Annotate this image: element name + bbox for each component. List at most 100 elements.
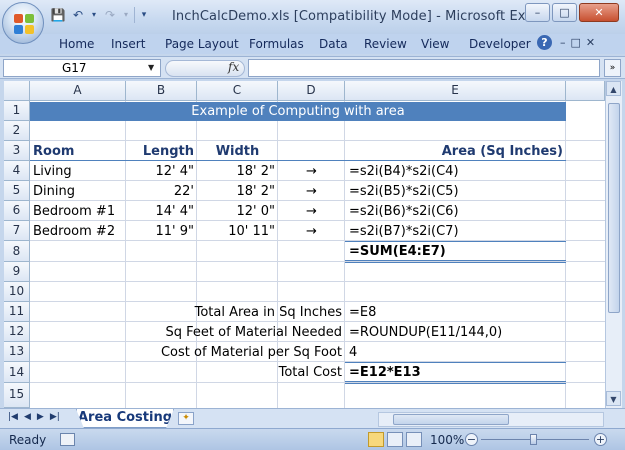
summary-value[interactable]: 4 [349, 343, 357, 363]
width-cell[interactable]: 18' 2" [197, 162, 276, 182]
arrow-right-icon[interactable]: → [278, 182, 345, 202]
close-button[interactable]: ✕ [579, 3, 619, 22]
column-header[interactable]: A [30, 81, 126, 101]
redo-icon[interactable]: ↷ [102, 7, 118, 23]
sheet-tab-area-costing[interactable]: Area Costing [76, 409, 174, 428]
room-cell[interactable]: Bedroom #2 [33, 222, 115, 242]
dropdown-icon[interactable]: ▾ [90, 7, 98, 23]
length-cell[interactable]: 14' 4" [126, 202, 195, 222]
summary-value[interactable]: =ROUNDUP(E11/144,0) [349, 323, 502, 343]
first-sheet-icon[interactable]: |◀ [8, 412, 18, 422]
expand-formula-bar-button[interactable]: » [604, 59, 621, 77]
width-cell[interactable]: 10' 11" [197, 222, 275, 242]
header-width[interactable]: Width [197, 142, 278, 162]
row-header[interactable]: 1 [4, 101, 30, 121]
dropdown-icon[interactable]: ▾ [122, 7, 130, 23]
zoom-slider-thumb[interactable] [530, 434, 537, 445]
column-header[interactable]: C [197, 81, 278, 101]
zoom-in-icon[interactable]: + [594, 433, 607, 446]
room-cell[interactable]: Bedroom #1 [33, 202, 115, 222]
row-header[interactable]: 7 [4, 221, 30, 241]
area-formula-cell[interactable]: =s2i(B4)*s2i(C4) [349, 162, 459, 182]
summary-label[interactable]: Cost of Material per Sq Foot [126, 343, 342, 363]
formula-input[interactable] [248, 59, 600, 77]
previous-sheet-icon[interactable]: ◀ [24, 412, 31, 422]
normal-view-icon[interactable] [368, 432, 384, 447]
length-cell[interactable]: 22' [126, 182, 194, 202]
length-cell[interactable]: 12' 4" [126, 162, 195, 182]
summary-label[interactable]: Total Area in Sq Inches [126, 303, 342, 323]
name-box[interactable]: G17 [3, 59, 161, 77]
arrow-right-icon[interactable]: → [278, 222, 345, 242]
column-header[interactable]: B [126, 81, 197, 101]
row-header[interactable]: 9 [4, 262, 30, 282]
column-header[interactable]: D [278, 81, 345, 101]
horizontal-scroll-thumb[interactable] [393, 414, 509, 425]
customize-toolbar-icon[interactable]: ▾ [139, 7, 149, 23]
row-header[interactable]: 14 [4, 362, 30, 383]
select-all-button[interactable] [4, 81, 30, 101]
column-header[interactable]: E [345, 81, 566, 101]
zoom-out-icon[interactable]: − [465, 433, 478, 446]
workbook-restore-button[interactable]: □ [571, 36, 581, 49]
tab-developer[interactable]: Developer [469, 37, 531, 51]
width-cell[interactable]: 18' 2" [197, 182, 276, 202]
room-cell[interactable]: Dining [33, 182, 75, 202]
summary-value[interactable]: =E8 [349, 303, 376, 323]
horizontal-scrollbar[interactable] [378, 412, 604, 427]
row-header[interactable]: 5 [4, 181, 30, 201]
chevron-down-icon[interactable]: ▼ [148, 63, 154, 72]
width-cell[interactable]: 12' 0" [197, 202, 276, 222]
last-sheet-icon[interactable]: ▶| [50, 412, 60, 422]
insert-function-icon[interactable]: fx [228, 60, 239, 74]
help-icon[interactable]: ? [537, 35, 552, 50]
row-header[interactable]: 4 [4, 161, 30, 181]
summary-label[interactable]: Total Cost [126, 363, 342, 383]
scroll-up-icon[interactable]: ▲ [606, 81, 621, 96]
row-header[interactable]: 2 [4, 121, 30, 141]
row-header[interactable]: 12 [4, 322, 30, 342]
summary-label[interactable]: Sq Feet of Material Needed [126, 323, 342, 343]
tab-home[interactable]: Home [59, 37, 94, 51]
insert-sheet-icon[interactable]: ✦ [178, 412, 194, 425]
tab-review[interactable]: Review [364, 37, 407, 51]
vertical-scroll-thumb[interactable] [608, 103, 620, 313]
row-header[interactable]: 15 [4, 383, 30, 408]
area-formula-cell[interactable]: =s2i(B7)*s2i(C7) [349, 222, 459, 242]
tab-data[interactable]: Data [319, 37, 348, 51]
worksheet-grid[interactable]: A B C D E 1 2 3 4 5 6 7 8 9 10 11 12 13 … [4, 81, 605, 408]
header-length[interactable]: Length [126, 142, 194, 162]
header-area[interactable]: Area (Sq Inches) [345, 142, 563, 162]
row-header[interactable]: 11 [4, 302, 30, 322]
page-break-view-icon[interactable] [406, 432, 422, 447]
sheet-title-banner[interactable]: Example of Computing with area [30, 102, 566, 121]
office-button[interactable] [2, 2, 44, 44]
length-cell[interactable]: 11' 9" [126, 222, 195, 242]
tab-view[interactable]: View [421, 37, 449, 51]
page-layout-view-icon[interactable] [387, 432, 403, 447]
row-header[interactable]: 13 [4, 342, 30, 362]
row-header[interactable]: 8 [4, 241, 30, 262]
save-icon[interactable]: 💾 [50, 7, 66, 23]
header-room[interactable]: Room [33, 142, 74, 162]
maximize-button[interactable]: □ [552, 3, 577, 22]
vertical-scrollbar[interactable]: ▲ ▼ [605, 81, 622, 408]
column-header[interactable] [566, 81, 605, 101]
tab-page-layout[interactable]: Page Layout [165, 37, 239, 51]
arrow-right-icon[interactable]: → [278, 202, 345, 222]
sum-formula-cell[interactable]: =SUM(E4:E7) [349, 242, 446, 262]
macro-recording-icon[interactable] [60, 433, 75, 446]
scroll-down-icon[interactable]: ▼ [606, 391, 621, 406]
undo-icon[interactable]: ↶ [70, 7, 86, 23]
tab-formulas[interactable]: Formulas [249, 37, 304, 51]
area-formula-cell[interactable]: =s2i(B5)*s2i(C5) [349, 182, 459, 202]
row-header[interactable]: 10 [4, 282, 30, 302]
minimize-button[interactable]: – [525, 3, 550, 22]
room-cell[interactable]: Living [33, 162, 72, 182]
workbook-minimize-button[interactable]: – [560, 36, 566, 49]
area-formula-cell[interactable]: =s2i(B6)*s2i(C6) [349, 202, 459, 222]
row-header[interactable]: 3 [4, 141, 30, 161]
next-sheet-icon[interactable]: ▶ [37, 412, 44, 422]
tab-insert[interactable]: Insert [111, 37, 145, 51]
arrow-right-icon[interactable]: → [278, 162, 345, 182]
